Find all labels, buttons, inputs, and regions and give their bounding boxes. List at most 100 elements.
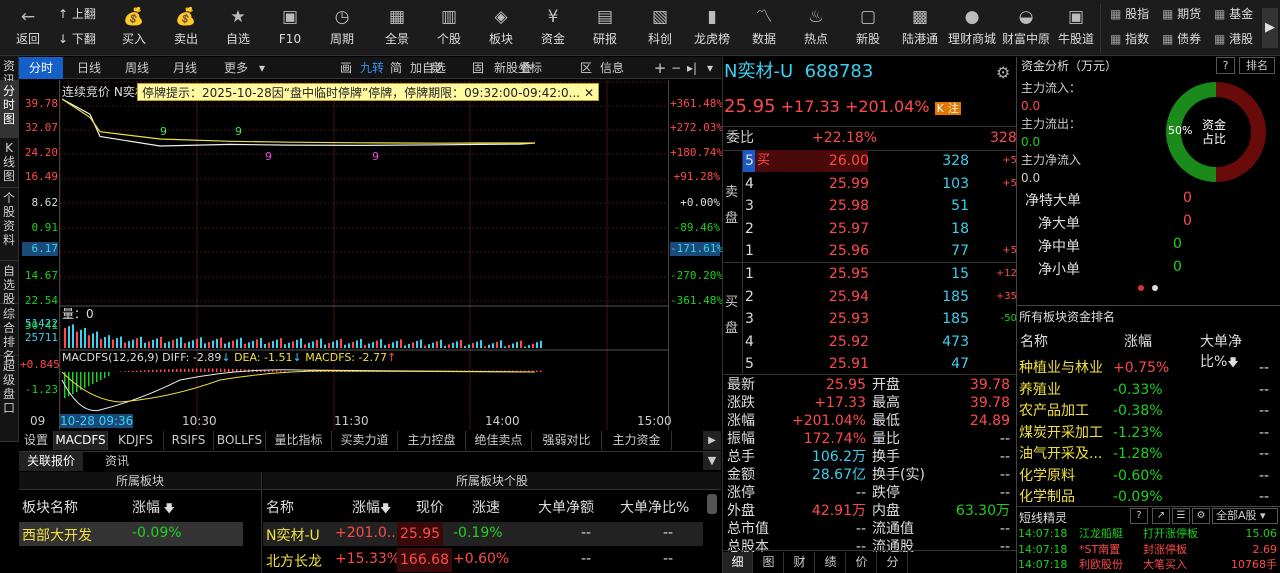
toolbar-button-6[interactable]: ▥ 个股 (423, 4, 475, 52)
market-link-1[interactable]: ▦ 期货 (1162, 6, 1201, 22)
chart-tool-2[interactable]: 简 (390, 57, 402, 79)
quote-bottom-tab-3[interactable]: 绩 (816, 552, 846, 573)
side-tab-4[interactable]: 自选股 (0, 261, 18, 306)
back-button[interactable]: ← 返回 (2, 4, 54, 52)
stock-row[interactable]: 北方长龙 +15.33% 166.68 +0.60% -- -- (263, 548, 703, 572)
indicator-tab-3[interactable]: RSIFS (164, 431, 214, 450)
toolbar-button-8[interactable]: ¥ 资金 (527, 4, 579, 52)
rank-col-1[interactable]: 涨幅 (1124, 331, 1152, 351)
quote-bottom-tab-0[interactable]: 细 (723, 552, 753, 573)
toolbar-button-3[interactable]: ▣ F10 (264, 4, 316, 52)
sprite-help-button[interactable]: ? (1130, 508, 1148, 524)
toolbar-button-17[interactable]: ◒ 财富中原 (1000, 4, 1052, 52)
toolbar-button-0[interactable]: 💰 买入 (108, 4, 160, 52)
rank-row[interactable]: 化学制品 -0.09% -- (1017, 487, 1279, 508)
chevron-down-icon[interactable]: ▾ (257, 57, 267, 79)
quote-bottom-tab-1[interactable]: 图 (754, 552, 784, 573)
chart-tool-4[interactable]: 竞 (430, 57, 442, 79)
bid-row-1[interactable]: 1 25.95 15 +12 (743, 263, 1017, 285)
indicator-tab-5[interactable]: 量比指标 (266, 431, 332, 450)
chart-tab-0[interactable]: 分时 (19, 57, 63, 79)
related-tab-0[interactable]: 关联报价 (19, 452, 83, 471)
note-badge[interactable]: 注 (945, 102, 961, 115)
collapse-panel-button[interactable]: ▼ (703, 452, 721, 470)
toolbar-scroll-right[interactable]: ▶ (1262, 8, 1278, 48)
toolbar-button-5[interactable]: ▦ 全景 (371, 4, 423, 52)
sprite-list-icon[interactable]: ☰ (1172, 508, 1190, 524)
indicator-tab-10[interactable]: 主力资金 (602, 431, 672, 450)
ask-row-1[interactable]: 1 25.96 77 +5 (743, 240, 1017, 262)
page-dot[interactable] (1152, 285, 1158, 291)
chevron-down-icon[interactable]: ▾ (703, 57, 717, 79)
close-icon[interactable]: ✕ (584, 86, 594, 100)
chart-tab-4[interactable]: 更多 (211, 57, 261, 79)
indicator-tabs-scroll[interactable]: ▶ (703, 431, 721, 450)
toolbar-button-9[interactable]: ▤ 研报 (579, 4, 631, 52)
toolbar-button-12[interactable]: 〽数据 (738, 4, 790, 52)
sector-col-1[interactable]: 涨幅 🡇 (132, 497, 175, 519)
sprite-settings-icon[interactable]: ⚙ (1192, 508, 1210, 524)
chart-tool-8[interactable]: 区 (580, 57, 592, 79)
rank-row[interactable]: 种植业与林业 +0.75% -- (1017, 358, 1279, 379)
indicator-tab-7[interactable]: 主力控盘 (398, 431, 466, 450)
rank-row[interactable]: 油气开采及... -1.28% -- (1017, 444, 1279, 465)
rank-row[interactable]: 养殖业 -0.33% -- (1017, 380, 1279, 401)
toolbar-button-4[interactable]: ◷ 周期 (316, 4, 368, 52)
ask-row-5[interactable]: 5 买 26.00 328 +5 (743, 150, 1017, 172)
rank-col-0[interactable]: 名称 (1020, 331, 1048, 351)
toolbar-button-10[interactable]: ▧ 科创 (634, 4, 686, 52)
fund-help-button[interactable]: ? (1216, 57, 1235, 74)
stock-col-5[interactable]: 大单净比% (620, 497, 689, 517)
bid-row-4[interactable]: 4 25.92 473 (743, 331, 1016, 353)
toolbar-button-1[interactable]: 💰 卖出 (160, 4, 212, 52)
ask-row-2[interactable]: 2 25.97 18 (743, 218, 1016, 240)
ask-row-4[interactable]: 4 25.99 103 +5 (743, 173, 1017, 195)
sector-col-0[interactable]: 板块名称 (22, 497, 78, 517)
sprite-row[interactable]: 14:07:18 江龙船艇 打开涨停板 15.06 (1017, 526, 1279, 541)
bid-row-5[interactable]: 5 25.91 47 (743, 353, 1016, 375)
k-badge[interactable]: K (934, 102, 946, 115)
chart-tool-1[interactable]: 九转 (360, 57, 384, 79)
side-tab-6[interactable]: 超级盘口 (0, 356, 18, 442)
toolbar-button-18[interactable]: ▣ 牛股道 (1050, 4, 1102, 52)
stock-row[interactable]: N奕材-U +201.0... 25.95 -0.19% -- -- (263, 522, 703, 546)
stock-col-0[interactable]: 名称 (266, 497, 294, 517)
side-tab-0[interactable]: 资讯 (0, 56, 18, 87)
toolbar-button-7[interactable]: ◈ 板块 (475, 4, 527, 52)
ask-row-3[interactable]: 3 25.98 51 (743, 195, 1016, 217)
stock-col-4[interactable]: 大单净额 (538, 497, 594, 517)
indicator-tab-2[interactable]: KDJFS (108, 431, 164, 450)
market-link-4[interactable]: ▦ 债券 (1162, 31, 1201, 47)
side-tab-3[interactable]: 个股资料 (0, 188, 18, 261)
toolbar-button-11[interactable]: ▮ 龙虎榜 (686, 4, 738, 52)
chart-tool-7[interactable]: 叠 (520, 57, 532, 79)
to-end-icon[interactable]: ▸| (685, 57, 699, 79)
indicator-tab-6[interactable]: 买卖力道 (332, 431, 398, 450)
toolbar-button-13[interactable]: ♨ 热点 (790, 4, 842, 52)
market-link-0[interactable]: ▦ 股指 (1110, 6, 1149, 22)
chart-tab-2[interactable]: 周线 (115, 57, 159, 79)
market-link-2[interactable]: ▦ 基金 (1214, 6, 1253, 22)
market-link-3[interactable]: ▦ 指数 (1110, 31, 1149, 47)
indicator-tab-8[interactable]: 绝佳卖点 (466, 431, 532, 450)
sprite-row[interactable]: 14:07:18 *ST南置 封涨停板 2.69 (1017, 542, 1279, 557)
toolbar-button-14[interactable]: ▢ 新股 (842, 4, 894, 52)
side-tab-2[interactable]: K线图 (0, 138, 18, 188)
page-down-button[interactable]: ↓ 下翻 (58, 31, 96, 47)
quote-bottom-tab-2[interactable]: 财 (785, 552, 815, 573)
plus-icon[interactable]: + (653, 57, 667, 79)
side-tab-5[interactable]: 综合排名 (0, 304, 18, 363)
intraday-chart[interactable]: 9 9 9 9 (60, 80, 668, 430)
sprite-filter-select[interactable]: 全部A股 ▾ (1212, 508, 1278, 524)
toolbar-button-16[interactable]: ● 理财商城 (946, 4, 998, 52)
quote-bottom-tab-5[interactable]: 分 (878, 552, 908, 573)
stock-col-3[interactable]: 涨速 (472, 497, 500, 517)
bid-row-2[interactable]: 2 25.94 185 +35 (743, 286, 1017, 308)
related-tab-1[interactable]: 资讯 (85, 452, 149, 471)
sprite-expand-icon[interactable]: ↗ (1152, 508, 1170, 524)
toolbar-button-2[interactable]: ★ 自选 (212, 4, 264, 52)
suspension-notice[interactable]: 停牌提示：2025-10-28因“盘中临时停牌”停牌，停牌期限：09:32:00… (137, 83, 599, 101)
settings-gear-icon[interactable]: ⚙ (996, 63, 1010, 82)
quote-bottom-tab-4[interactable]: 价 (847, 552, 877, 573)
rank-row[interactable]: 农产品加工 -0.38% -- (1017, 401, 1279, 422)
